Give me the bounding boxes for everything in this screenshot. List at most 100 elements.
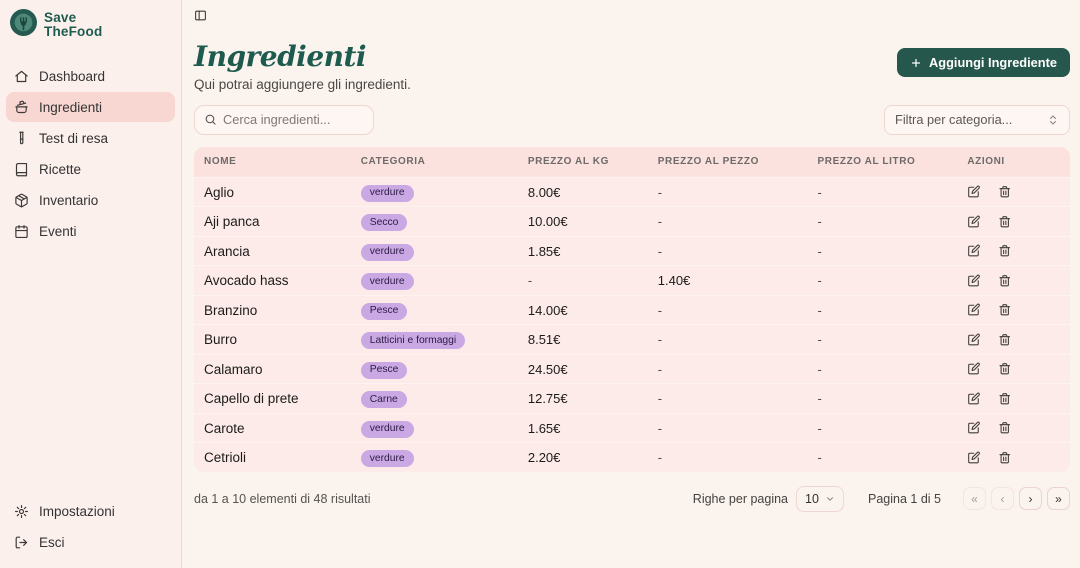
- table-row: Capello di prete Carne 12.75€ - -: [194, 383, 1070, 413]
- delete-button[interactable]: [998, 274, 1012, 288]
- table-row: Branzino Pesce 14.00€ - -: [194, 294, 1070, 325]
- price-per-piece: -: [657, 450, 663, 466]
- price-per-liter: -: [817, 361, 822, 377]
- sidebar-item-dashboard[interactable]: Dashboard: [6, 61, 175, 91]
- price-per-kg: 1.65€: [527, 420, 561, 436]
- chevron-down-icon: [825, 494, 835, 504]
- trash-icon: [998, 244, 1012, 258]
- edit-button[interactable]: [967, 185, 981, 199]
- add-ingredient-button[interactable]: Aggiungi Ingrediente: [897, 48, 1070, 77]
- edit-button[interactable]: [967, 274, 981, 288]
- edit-button[interactable]: [967, 362, 981, 376]
- row-actions: [967, 244, 1070, 258]
- sidebar-item-impostazioni[interactable]: Impostazioni: [6, 496, 175, 526]
- chevrons-up-down-icon: [1047, 114, 1059, 126]
- price-per-kg: -: [527, 273, 533, 289]
- table-row: Cetrioli verdure 2.20€ - -: [194, 442, 1070, 472]
- ingredient-name: Avocado hass: [204, 273, 289, 289]
- delete-button[interactable]: [998, 185, 1012, 199]
- price-per-piece: -: [657, 420, 663, 436]
- rows-per-page-select[interactable]: 10: [796, 485, 845, 512]
- table-row: Carote verdure 1.65€ - -: [194, 412, 1070, 443]
- row-actions: [967, 303, 1070, 317]
- edit-button[interactable]: [967, 215, 981, 229]
- edit-button[interactable]: [967, 451, 981, 465]
- category-badge: verdure: [360, 420, 414, 438]
- delete-button[interactable]: [998, 244, 1012, 258]
- trash-icon: [998, 421, 1012, 435]
- sidebar-toggle-button[interactable]: [194, 9, 207, 22]
- delete-button[interactable]: [998, 392, 1012, 406]
- delete-button[interactable]: [998, 421, 1012, 435]
- last-page-button[interactable]: »: [1047, 487, 1070, 511]
- delete-button[interactable]: [998, 333, 1012, 347]
- edit-button[interactable]: [967, 421, 981, 435]
- category-badge: Latticini e formaggi: [360, 332, 466, 350]
- row-actions: [967, 392, 1070, 406]
- ingredient-category-cell: verdure: [360, 182, 528, 202]
- edit-button[interactable]: [967, 244, 981, 258]
- page-buttons: «‹ ›»: [963, 487, 1070, 511]
- edit-icon: [967, 303, 981, 317]
- ingredient-category-cell: Secco: [360, 212, 528, 232]
- gear-icon: [14, 504, 29, 519]
- edit-icon: [967, 451, 981, 465]
- row-actions: [967, 274, 1070, 288]
- table-controls: Filtra per categoria...: [194, 104, 1070, 135]
- edit-icon: [967, 244, 981, 258]
- edit-button[interactable]: [967, 303, 981, 317]
- ingredient-category-cell: Carne: [360, 389, 528, 409]
- category-filter-select[interactable]: Filtra per categoria...: [884, 104, 1070, 135]
- delete-button[interactable]: [998, 303, 1012, 317]
- column-header-prezzo-al-kg: PREZZO AL KG: [527, 156, 609, 168]
- sidebar-item-label: Ricette: [39, 161, 82, 177]
- next-page-button[interactable]: ›: [1019, 487, 1042, 511]
- sidebar-item-ingredienti[interactable]: Ingredienti: [6, 92, 175, 122]
- sidebar-item-label: Esci: [39, 534, 65, 550]
- sidebar-item-label: Dashboard: [39, 68, 106, 84]
- trash-icon: [998, 303, 1012, 317]
- column-header-nome: NOME: [204, 156, 237, 168]
- trash-icon: [998, 362, 1012, 376]
- price-per-piece: -: [657, 361, 663, 377]
- table-row: Avocado hass verdure - 1.40€ -: [194, 265, 1070, 295]
- price-per-liter: -: [817, 420, 822, 436]
- sidebar-item-label: Eventi: [39, 223, 77, 239]
- search-box[interactable]: [194, 104, 374, 135]
- price-per-kg: 1.85€: [527, 243, 561, 259]
- edit-button[interactable]: [967, 333, 981, 347]
- edit-icon: [967, 392, 981, 406]
- ingredient-name: Capello di prete: [204, 391, 299, 407]
- table-row: Aglio verdure 8.00€ - -: [194, 176, 1070, 207]
- row-actions: [967, 421, 1070, 435]
- delete-button[interactable]: [998, 362, 1012, 376]
- price-per-kg: 2.20€: [527, 450, 561, 466]
- table-row: Burro Latticini e formaggi 8.51€ - -: [194, 324, 1070, 354]
- delete-button[interactable]: [998, 451, 1012, 465]
- column-header-azioni: AZIONI: [967, 156, 1005, 168]
- sidebar-item-esci[interactable]: Esci: [6, 527, 175, 557]
- rows-per-page-value: 10: [805, 491, 819, 506]
- ingredient-category-cell: Pesce: [360, 300, 528, 320]
- sidebar-item-eventi[interactable]: Eventi: [6, 216, 175, 246]
- category-badge: verdure: [360, 273, 414, 291]
- table-row: Calamaro Pesce 24.50€ - -: [194, 353, 1070, 384]
- ingredient-category-cell: verdure: [360, 448, 528, 468]
- price-per-liter: -: [817, 184, 822, 200]
- category-filter-placeholder: Filtra per categoria...: [895, 112, 1013, 128]
- trash-icon: [998, 274, 1012, 288]
- trash-icon: [998, 392, 1012, 406]
- sidebar-item-test-di-resa[interactable]: Test di resa: [6, 123, 175, 153]
- edit-icon: [967, 362, 981, 376]
- pagination-controls: Righe per pagina 10 Pagina 1 di 5 «‹ ›»: [693, 485, 1070, 512]
- search-input[interactable]: [223, 112, 364, 128]
- price-per-liter: -: [817, 243, 822, 259]
- previous-page-button: ‹: [991, 487, 1014, 511]
- sidebar-item-ricette[interactable]: Ricette: [6, 154, 175, 184]
- sidebar-item-inventario[interactable]: Inventario: [6, 185, 175, 215]
- edit-button[interactable]: [967, 392, 981, 406]
- delete-button[interactable]: [998, 215, 1012, 229]
- home-icon: [14, 69, 29, 84]
- category-badge: verdure: [360, 450, 414, 468]
- edit-icon: [967, 421, 981, 435]
